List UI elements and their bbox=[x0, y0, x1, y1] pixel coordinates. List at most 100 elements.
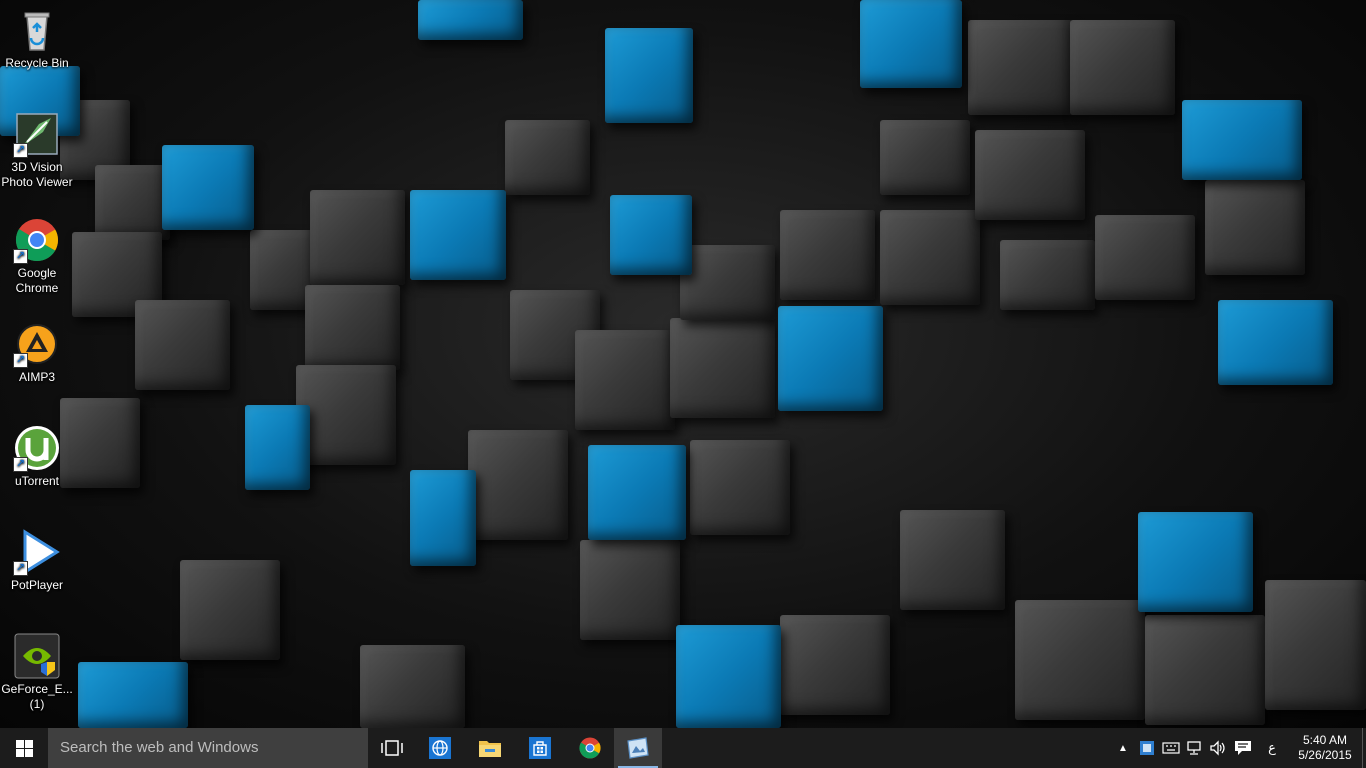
desktop-icon-label: 3D Vision Photo Viewer bbox=[1, 160, 73, 189]
notification-icon bbox=[1235, 741, 1251, 755]
start-button[interactable] bbox=[0, 728, 48, 768]
desktop-icon-aimp3[interactable]: ↗ AIMP3 bbox=[0, 320, 74, 385]
aimp-icon: ↗ bbox=[13, 320, 61, 368]
wallpaper-cube-blue bbox=[610, 195, 692, 275]
wallpaper-cube-blue bbox=[78, 662, 188, 728]
wallpaper-cube bbox=[968, 20, 1073, 115]
show-hidden-icons-button[interactable]: ▲ bbox=[1114, 728, 1132, 768]
wallpaper-cube bbox=[1095, 215, 1195, 300]
wallpaper-cube bbox=[1265, 580, 1366, 710]
desktop-icon-label: GeForce_E... (1) bbox=[1, 682, 73, 711]
wallpaper-cube bbox=[580, 540, 680, 640]
wallpaper-cube bbox=[670, 318, 775, 418]
keyboard-icon bbox=[1162, 742, 1180, 754]
wallpaper-cube bbox=[95, 165, 170, 240]
taskbar-app-file-explorer[interactable] bbox=[466, 728, 514, 768]
wallpaper-cube bbox=[975, 130, 1085, 220]
3d-vision-icon: ↗ bbox=[13, 110, 61, 158]
wallpaper-cube-blue bbox=[410, 470, 476, 566]
potplayer-icon: ↗ bbox=[13, 528, 61, 576]
network-button[interactable] bbox=[1184, 728, 1206, 768]
shortcut-arrow-icon: ↗ bbox=[13, 561, 28, 576]
photo-viewer-icon bbox=[627, 737, 649, 759]
wallpaper-cube bbox=[880, 210, 980, 305]
shortcut-arrow-icon: ↗ bbox=[13, 143, 28, 158]
tray-app-icon bbox=[1140, 741, 1154, 755]
wallpaper-cube-blue bbox=[605, 28, 693, 123]
input-language-button[interactable]: ع bbox=[1262, 728, 1282, 768]
taskbar-app-google-chrome[interactable] bbox=[566, 728, 614, 768]
wallpaper-cube bbox=[1145, 615, 1265, 725]
search-input[interactable]: Search the web and Windows bbox=[48, 728, 368, 768]
speaker-icon bbox=[1210, 740, 1225, 756]
input-language-label: ع bbox=[1268, 740, 1276, 755]
clock[interactable]: 5:40 AM 5/26/2015 bbox=[1288, 728, 1362, 768]
wallpaper-cube bbox=[305, 285, 400, 370]
action-center-button[interactable] bbox=[1231, 728, 1255, 768]
wallpaper-cube bbox=[135, 300, 230, 390]
wallpaper-cube-blue bbox=[410, 190, 506, 280]
show-desktop-button[interactable] bbox=[1362, 728, 1366, 768]
desktop-icon-3d-vision-photo-viewer[interactable]: ↗ 3D Vision Photo Viewer bbox=[0, 110, 74, 190]
wallpaper-cube bbox=[1070, 20, 1175, 115]
chrome-icon: ↗ bbox=[13, 216, 61, 264]
store-icon bbox=[529, 737, 551, 759]
desktop-wallpaper[interactable] bbox=[0, 0, 1366, 728]
taskbar: Search the web and Windows ▲ ع 5:40 AM 5… bbox=[0, 728, 1366, 768]
desktop-icon-label: Recycle Bin bbox=[5, 56, 69, 70]
folder-icon bbox=[479, 741, 501, 757]
utorrent-icon: ↗ bbox=[13, 424, 61, 472]
wallpaper-cube bbox=[780, 615, 890, 715]
wallpaper-cube bbox=[680, 245, 775, 320]
desktop-icon-utorrent[interactable]: ↗ uTorrent bbox=[0, 424, 74, 489]
volume-button[interactable] bbox=[1207, 728, 1229, 768]
taskbar-app-photo-viewer[interactable] bbox=[614, 728, 662, 768]
search-placeholder: Search the web and Windows bbox=[60, 739, 259, 756]
wallpaper-cube-blue bbox=[245, 405, 310, 490]
chevron-up-icon: ▲ bbox=[1118, 742, 1128, 754]
geforce-experience-icon bbox=[13, 632, 61, 680]
wallpaper-cube-blue bbox=[1138, 512, 1253, 612]
desktop-icon-geforce-experience[interactable]: GeForce_E... (1) bbox=[0, 632, 74, 712]
task-view-button[interactable] bbox=[368, 728, 416, 768]
wallpaper-cube bbox=[780, 210, 875, 300]
desktop-icon-label: Google Chrome bbox=[15, 266, 59, 295]
wallpaper-cube bbox=[360, 645, 465, 728]
globe-icon bbox=[429, 737, 451, 759]
desktop-icon-potplayer[interactable]: ↗ PotPlayer bbox=[0, 528, 74, 593]
shortcut-arrow-icon: ↗ bbox=[13, 249, 28, 264]
wallpaper-cube bbox=[900, 510, 1005, 610]
wallpaper-cube-blue bbox=[418, 0, 523, 40]
wallpaper-cube bbox=[1015, 600, 1145, 720]
wallpaper-cube-blue bbox=[1218, 300, 1333, 385]
wallpaper-cube-blue bbox=[588, 445, 686, 540]
wallpaper-cube bbox=[310, 190, 405, 285]
recycle-bin-icon bbox=[13, 6, 61, 54]
desktop-icon-google-chrome[interactable]: ↗ Google Chrome bbox=[0, 216, 74, 296]
wallpaper-cube-blue bbox=[676, 625, 781, 728]
wallpaper-cube bbox=[296, 365, 396, 465]
tray-input-button[interactable] bbox=[1160, 728, 1182, 768]
shortcut-arrow-icon: ↗ bbox=[13, 353, 28, 368]
task-view-icon bbox=[381, 740, 403, 756]
wallpaper-cube bbox=[1205, 180, 1305, 275]
taskbar-app-store[interactable] bbox=[516, 728, 564, 768]
windows-logo-icon bbox=[15, 739, 33, 757]
wallpaper-cube bbox=[180, 560, 280, 660]
chrome-icon bbox=[579, 737, 601, 759]
desktop-icon-recycle-bin[interactable]: Recycle Bin bbox=[0, 6, 74, 71]
wallpaper-cube bbox=[1000, 240, 1095, 310]
taskbar-app-internet-explorer[interactable] bbox=[416, 728, 464, 768]
tray-app-button[interactable] bbox=[1136, 728, 1158, 768]
wallpaper-cube-blue bbox=[1182, 100, 1302, 180]
wallpaper-cube bbox=[880, 120, 970, 195]
clock-date: 5/26/2015 bbox=[1298, 748, 1352, 762]
wallpaper-cube bbox=[468, 430, 568, 540]
wallpaper-cube bbox=[575, 330, 675, 430]
wallpaper-cube-blue bbox=[162, 145, 254, 230]
wallpaper-cube-blue bbox=[778, 306, 883, 411]
network-icon bbox=[1187, 741, 1201, 755]
clock-time: 5:40 AM bbox=[1302, 733, 1348, 747]
wallpaper-cube bbox=[690, 440, 790, 535]
desktop-icon-label: AIMP3 bbox=[18, 370, 55, 384]
